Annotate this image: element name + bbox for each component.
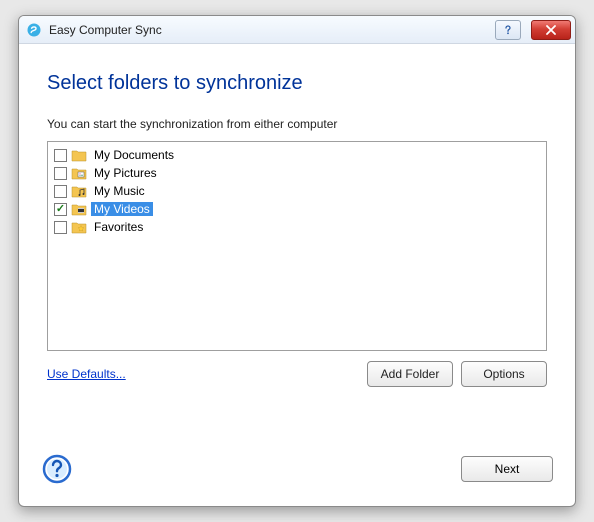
dialog-window: Easy Computer Sync Select folders to syn…: [18, 15, 576, 507]
checkbox[interactable]: [54, 185, 67, 198]
checkbox[interactable]: [54, 221, 67, 234]
list-item-label: My Pictures: [91, 166, 160, 180]
checkbox[interactable]: [54, 167, 67, 180]
list-item-label: My Music: [91, 184, 148, 198]
list-item-label: My Videos: [91, 202, 153, 216]
options-button[interactable]: Options: [461, 361, 547, 387]
checkbox[interactable]: [54, 149, 67, 162]
next-button[interactable]: Next: [461, 456, 553, 482]
close-icon: [545, 25, 557, 35]
help-titlebar-icon: [502, 24, 514, 36]
window-title: Easy Computer Sync: [49, 23, 162, 37]
close-button[interactable]: [531, 20, 571, 40]
list-item[interactable]: My Videos: [54, 200, 540, 218]
list-item-label: My Documents: [91, 148, 177, 162]
titlebar: Easy Computer Sync: [19, 16, 575, 44]
below-list-row: Use Defaults... Add Folder Options: [47, 361, 547, 387]
page-title: Select folders to synchronize: [47, 72, 547, 95]
list-item[interactable]: My Music: [54, 182, 540, 200]
list-item[interactable]: My Documents: [54, 146, 540, 164]
folder-star-icon: [71, 220, 87, 234]
list-item[interactable]: Favorites: [54, 218, 540, 236]
list-item-label: Favorites: [91, 220, 146, 234]
folder-video-icon: [71, 202, 87, 216]
folder-pic-icon: [71, 166, 87, 180]
subtext: You can start the synchronization from e…: [47, 117, 547, 131]
help-icon[interactable]: [41, 453, 73, 485]
folder-music-icon: [71, 184, 87, 198]
checkbox[interactable]: [54, 203, 67, 216]
app-icon: [25, 21, 43, 39]
footer: Next: [19, 448, 575, 506]
content-area: Select folders to synchronize You can st…: [19, 44, 575, 448]
titlebar-help-button[interactable]: [495, 20, 521, 40]
add-folder-button[interactable]: Add Folder: [367, 361, 453, 387]
use-defaults-link[interactable]: Use Defaults...: [47, 361, 126, 381]
folder-icon: [71, 148, 87, 162]
list-item[interactable]: My Pictures: [54, 164, 540, 182]
folder-list[interactable]: My Documents My Pictures My Music My Videos…: [47, 141, 547, 351]
